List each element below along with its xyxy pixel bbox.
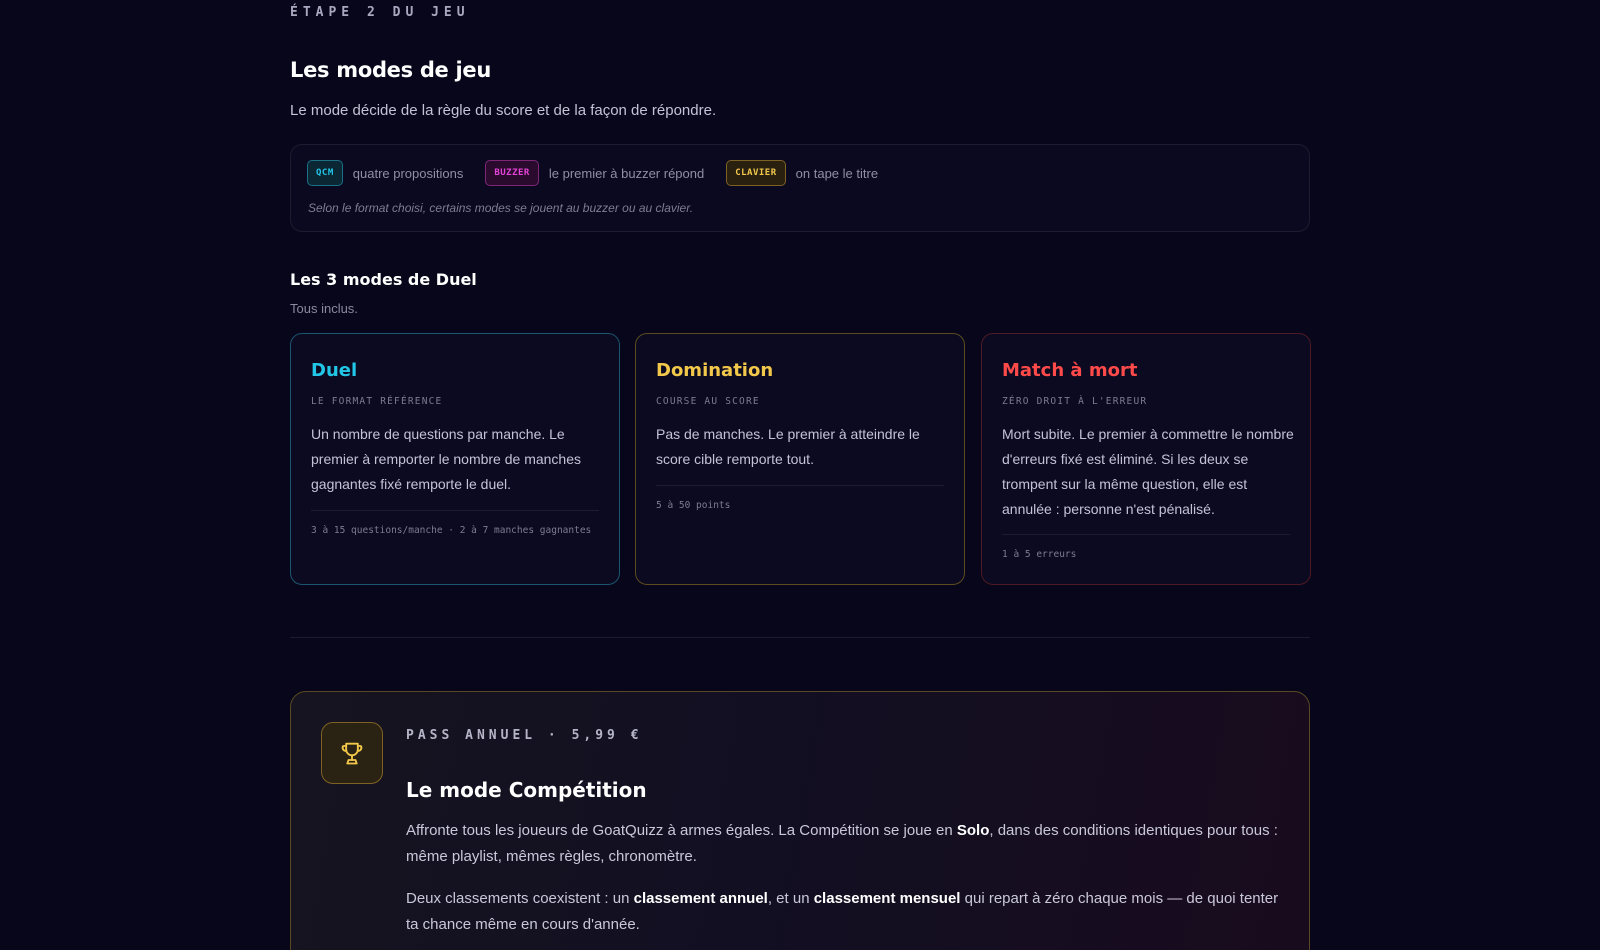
solo-highlight: Solo — [956, 822, 990, 839]
card-description: Mort subite. Le premier à commettre le n… — [1002, 426, 1294, 517]
mode-card-duel: Duel LE FORMAT RÉFÉRENCE Un nombre de qu… — [290, 333, 620, 585]
section-eyebrow: ÉTAPE 2 DU JEU — [290, 5, 470, 20]
section-divider — [290, 637, 1310, 638]
card-settings: 3 à 15 questions/manche · 2 à 7 manches … — [311, 510, 599, 536]
card-title: Domination — [656, 360, 774, 381]
qcm-tag: QCM — [307, 160, 343, 186]
card-description: Un nombre de questions par manche. Le pr… — [311, 426, 582, 492]
mode-card-match-a-mort: Match à mort ZÉRO DROIT À L'ERREUR Mort … — [981, 333, 1311, 585]
clavier-description: on tape le titre — [795, 165, 879, 181]
card-settings: 5 à 50 points — [656, 485, 944, 511]
card-tagline: LE FORMAT RÉFÉRENCE — [311, 396, 443, 407]
card-description: Pas de manches. Le premier à atteindre l… — [656, 426, 920, 467]
mode-card-domination: Domination COURSE AU SCORE Pas de manche… — [635, 333, 965, 585]
competition-title: Le mode Compétition — [406, 778, 647, 802]
card-settings: 1 à 5 erreurs — [1002, 534, 1290, 560]
section-lead: Le mode décide de la règle du score et d… — [290, 102, 717, 119]
competition-price: PASS ANNUEL · 5,99 € — [406, 728, 643, 743]
duel-modes-title: Les 3 modes de Duel — [290, 270, 477, 289]
competition-rankings: Deux classements coexistent : un classem… — [406, 890, 1279, 933]
format-legend: QCM quatre propositions BUZZER le premie… — [290, 144, 1310, 232]
legend-row: QCM quatre propositions BUZZER le premie… — [307, 160, 900, 186]
card-tagline: COURSE AU SCORE — [656, 396, 760, 407]
qcm-description: quatre propositions — [352, 165, 464, 181]
competition-description: Affronte tous les joueurs de GoatQuizz à… — [406, 822, 1278, 865]
card-title: Match à mort — [1002, 360, 1138, 381]
annual-ranking-highlight: classement annuel — [633, 890, 768, 907]
section-title: Les modes de jeu — [290, 58, 492, 82]
card-title: Duel — [311, 360, 358, 381]
monthly-ranking-highlight: classement mensuel — [813, 890, 961, 907]
duel-modes-subtitle: Tous inclus. — [290, 301, 358, 316]
buzzer-description: le premier à buzzer répond — [548, 165, 705, 181]
trophy-icon — [321, 722, 383, 784]
card-tagline: ZÉRO DROIT À L'ERREUR — [1002, 396, 1148, 407]
legend-note: Selon le format choisi, certains modes s… — [308, 201, 694, 215]
clavier-tag: CLAVIER — [726, 160, 786, 186]
competition-card: PASS ANNUEL · 5,99 € Le mode Compétition… — [290, 691, 1310, 950]
buzzer-tag: BUZZER — [485, 160, 539, 186]
